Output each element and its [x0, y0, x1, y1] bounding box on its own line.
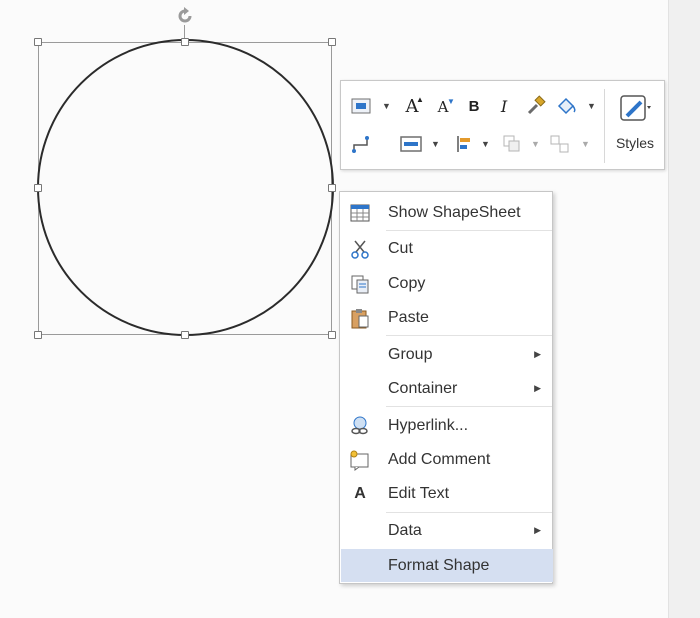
connector-icon [352, 136, 369, 153]
triangle-up-icon: ▲ [416, 95, 424, 104]
hyperlink-icon [349, 415, 371, 437]
align-button[interactable] [451, 131, 477, 157]
resize-handle-bottom-right[interactable] [328, 331, 336, 339]
menu-item-label: Edit Text [388, 485, 450, 502]
paint-bucket-icon [557, 97, 576, 115]
bold-glyph: B [468, 97, 480, 115]
group-objects-icon [550, 135, 569, 153]
mini-toolbar: ▼ A ▲ A ▼ B I ▼ ▼ ▼ ▼ ▼ Styles [340, 80, 665, 170]
submenu-arrow-icon: ▶ [534, 349, 541, 359]
circle-shape[interactable] [37, 39, 334, 336]
increase-font-button[interactable]: A ▲ [400, 93, 424, 119]
menu-item-group[interactable]: Group ▶ [341, 338, 553, 371]
menu-item-data[interactable]: Data ▶ [341, 514, 553, 547]
fill-button[interactable] [554, 93, 580, 119]
resize-handle-bottom-left[interactable] [34, 331, 42, 339]
chevron-down-icon[interactable]: ▼ [531, 139, 540, 149]
menu-item-label: Container [388, 380, 458, 397]
resize-handle-top-right[interactable] [328, 38, 336, 46]
styles-label: Styles [615, 135, 655, 151]
menu-item-paste[interactable]: Paste [341, 301, 553, 334]
submenu-arrow-icon: ▶ [534, 383, 541, 393]
letter-a-icon: A [349, 483, 371, 505]
scissors-icon [349, 238, 371, 260]
bold-button[interactable]: B [463, 94, 485, 118]
toolbar-separator [604, 89, 605, 163]
menu-item-label: Group [388, 346, 433, 363]
shapesheet-icon [349, 202, 371, 224]
arrange-button[interactable] [499, 131, 525, 157]
resize-handle-left[interactable] [34, 184, 42, 192]
text-box-icon [351, 98, 371, 114]
styles-icon [620, 95, 651, 121]
menu-item-label: Paste [388, 309, 429, 326]
menu-item-cut[interactable]: Cut [341, 232, 553, 265]
chevron-down-icon[interactable]: ▼ [587, 101, 596, 111]
format-painter-button[interactable] [524, 93, 548, 119]
menu-item-label: Format Shape [388, 557, 490, 574]
decrease-font-button[interactable]: A ▼ [431, 94, 455, 120]
line-style-icon [400, 136, 422, 152]
menu-item-container[interactable]: Container ▶ [341, 372, 553, 405]
menu-item-label: Cut [388, 240, 413, 257]
menu-item-label: Copy [388, 275, 426, 292]
menu-separator [386, 230, 552, 231]
connector-button[interactable] [348, 131, 374, 157]
resize-handle-bottom[interactable] [181, 331, 189, 339]
rotate-handle-icon[interactable] [174, 5, 196, 27]
menu-item-label: Hyperlink... [388, 417, 469, 434]
resize-handle-right[interactable] [328, 184, 336, 192]
chevron-down-icon[interactable]: ▼ [481, 139, 490, 149]
menu-separator [386, 512, 552, 513]
menu-item-label: Data [388, 522, 422, 539]
align-icon [457, 136, 470, 152]
menu-item-edit-text[interactable]: A Edit Text [341, 477, 553, 510]
right-panel-strip [668, 0, 700, 618]
text-box-button[interactable] [348, 94, 374, 118]
submenu-arrow-icon: ▶ [534, 525, 541, 535]
comment-icon [349, 449, 371, 471]
format-painter-icon [527, 95, 546, 115]
menu-item-format-shape[interactable]: Format Shape [341, 549, 553, 582]
resize-handle-top[interactable] [181, 38, 189, 46]
chevron-down-icon[interactable]: ▼ [581, 139, 590, 149]
menu-item-label: Show ShapeSheet [388, 204, 521, 221]
copy-icon [349, 273, 371, 295]
edit-text-glyph: A [354, 485, 366, 502]
line-style-button[interactable] [398, 131, 426, 157]
menu-item-label: Add Comment [388, 451, 491, 468]
menu-separator [386, 406, 552, 407]
menu-item-copy[interactable]: Copy [341, 267, 553, 300]
chevron-down-icon[interactable]: ▼ [431, 139, 440, 149]
chevron-down-icon[interactable]: ▼ [382, 101, 391, 111]
triangle-down-icon: ▼ [447, 97, 455, 106]
italic-glyph: I [500, 96, 508, 116]
styles-button[interactable] [613, 89, 657, 129]
menu-separator [386, 335, 552, 336]
bring-forward-icon [503, 135, 520, 152]
group-button[interactable] [546, 131, 574, 157]
menu-item-show-shapesheet[interactable]: Show ShapeSheet [341, 196, 553, 229]
menu-item-add-comment[interactable]: Add Comment [341, 443, 553, 476]
menu-item-hyperlink[interactable]: Hyperlink... [341, 409, 553, 442]
resize-handle-top-left[interactable] [34, 38, 42, 46]
context-menu: Show ShapeSheet Cut Copy Paste Group ▶ C… [339, 191, 553, 584]
clipboard-icon [349, 307, 371, 329]
italic-button[interactable]: I [494, 94, 514, 118]
